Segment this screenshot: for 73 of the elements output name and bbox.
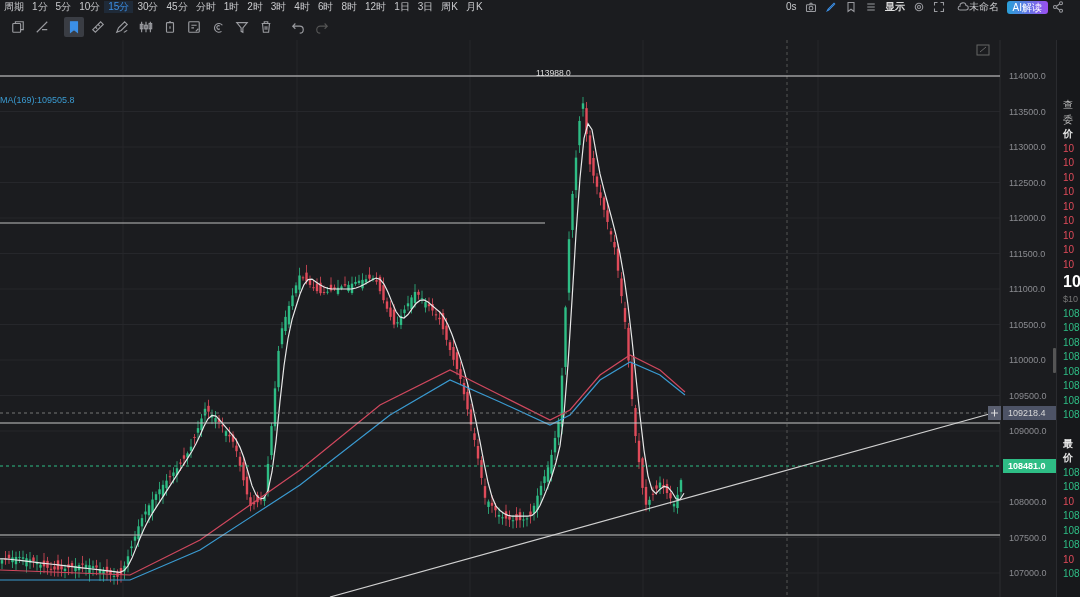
interval-tab[interactable]: 45分 — [162, 1, 192, 13]
ask-price: 10 — [1062, 141, 1076, 156]
ask-price: 10 — [1062, 494, 1076, 509]
bid-price: 108 — [1062, 509, 1080, 523]
panel-label: 查 — [1062, 98, 1074, 112]
price-axis-label: 108000.0 — [1009, 497, 1047, 507]
price-axis-label: 111500.0 — [1009, 248, 1046, 259]
interval-tab[interactable]: 周K — [437, 1, 462, 13]
last-price-tag: 108481.0 — [1003, 459, 1056, 473]
interval-tab[interactable]: 30分 — [133, 1, 163, 13]
ask-price: 10 — [1062, 228, 1076, 243]
price-axis-label: 113000.0 — [1009, 142, 1046, 152]
interval-tab[interactable]: 10分 — [75, 1, 105, 13]
interval-tab[interactable]: 2时 — [243, 1, 267, 13]
price-axis-label: 109000.0 — [1009, 426, 1047, 436]
timer-label: 0s — [786, 1, 797, 13]
price-axis-label: 107000.0 — [1009, 568, 1047, 578]
price-axis-label: 107500.0 — [1009, 532, 1047, 543]
bid-price: 108 — [1062, 364, 1080, 379]
ask-price: 10 — [1062, 243, 1076, 257]
interval-tab[interactable]: 6时 — [313, 1, 338, 13]
ask-price: 10 — [1062, 214, 1076, 228]
ask-price: 10 — [1062, 156, 1076, 170]
interval-tab[interactable]: 1日 — [390, 1, 414, 13]
interval-tab[interactable]: 1时 — [219, 1, 244, 13]
interval-tab[interactable]: 月K — [461, 1, 487, 13]
panel-label: 委 — [1062, 112, 1074, 127]
price-axis-label: 110000.0 — [1009, 355, 1046, 365]
price-axis-label: 110500.0 — [1009, 319, 1046, 330]
column-header: 价 — [1062, 451, 1074, 465]
ask-price: 10 — [1062, 552, 1076, 567]
section-title: 最 — [1062, 436, 1074, 451]
bid-price: 108 — [1062, 465, 1080, 480]
interval-tab[interactable]: 8时 — [337, 1, 361, 13]
crosshair-price-tag: 109218.4 — [1003, 406, 1056, 420]
layout-name-dropdown[interactable]: 未命名 — [968, 1, 999, 13]
interval-tab[interactable]: 4时 — [290, 1, 314, 13]
interval-tab[interactable]: 3时 — [266, 1, 291, 13]
bid-price: 108 — [1062, 523, 1080, 538]
bid-price: 108 — [1062, 379, 1080, 393]
ask-price: 10 — [1062, 257, 1076, 272]
bid-price: 108 — [1062, 480, 1080, 494]
price-axis-label: 114000.0 — [1009, 71, 1046, 81]
indicator-label: MA(169):109505.8 — [0, 95, 75, 105]
column-header: 价 — [1062, 127, 1074, 141]
display-button[interactable]: 显示 — [884, 1, 905, 13]
bid-price: 108 — [1062, 567, 1080, 581]
price-axis-label: 112500.0 — [1009, 177, 1046, 188]
price-axis-label: 111000.0 — [1009, 284, 1046, 294]
price-axis-label: 112000.0 — [1009, 213, 1046, 223]
usd-price: $10 — [1062, 293, 1080, 306]
bid-price: 108 — [1062, 350, 1080, 364]
ask-price: 10 — [1062, 170, 1076, 185]
interval-tab[interactable]: 12时 — [361, 1, 391, 13]
interval-tab[interactable]: 1分 — [28, 1, 52, 13]
price-axis-label: 113500.0 — [1009, 106, 1046, 117]
high-price-label: 113988.0 — [536, 68, 571, 78]
period-dropdown[interactable]: 周期 — [0, 1, 28, 13]
ai-button[interactable]: AI解读 — [1006, 0, 1048, 14]
bid-price: 108 — [1062, 538, 1080, 552]
interval-tab[interactable]: 5分 — [51, 1, 76, 13]
bid-price: 108 — [1062, 306, 1080, 321]
bid-price: 108 — [1062, 321, 1080, 335]
bid-price: 108 — [1062, 335, 1080, 350]
last-price: 10 — [1062, 272, 1080, 292]
ask-price: 10 — [1062, 185, 1076, 199]
interval-tab[interactable]: 15分 — [104, 1, 134, 13]
interval-tab[interactable]: 3日 — [413, 1, 438, 13]
bid-price: 108 — [1062, 393, 1080, 408]
ask-price: 10 — [1062, 199, 1076, 214]
interval-tab[interactable]: 分时 — [191, 1, 220, 13]
bid-price: 108 — [1062, 408, 1080, 422]
price-axis-label: 109500.0 — [1009, 390, 1047, 401]
